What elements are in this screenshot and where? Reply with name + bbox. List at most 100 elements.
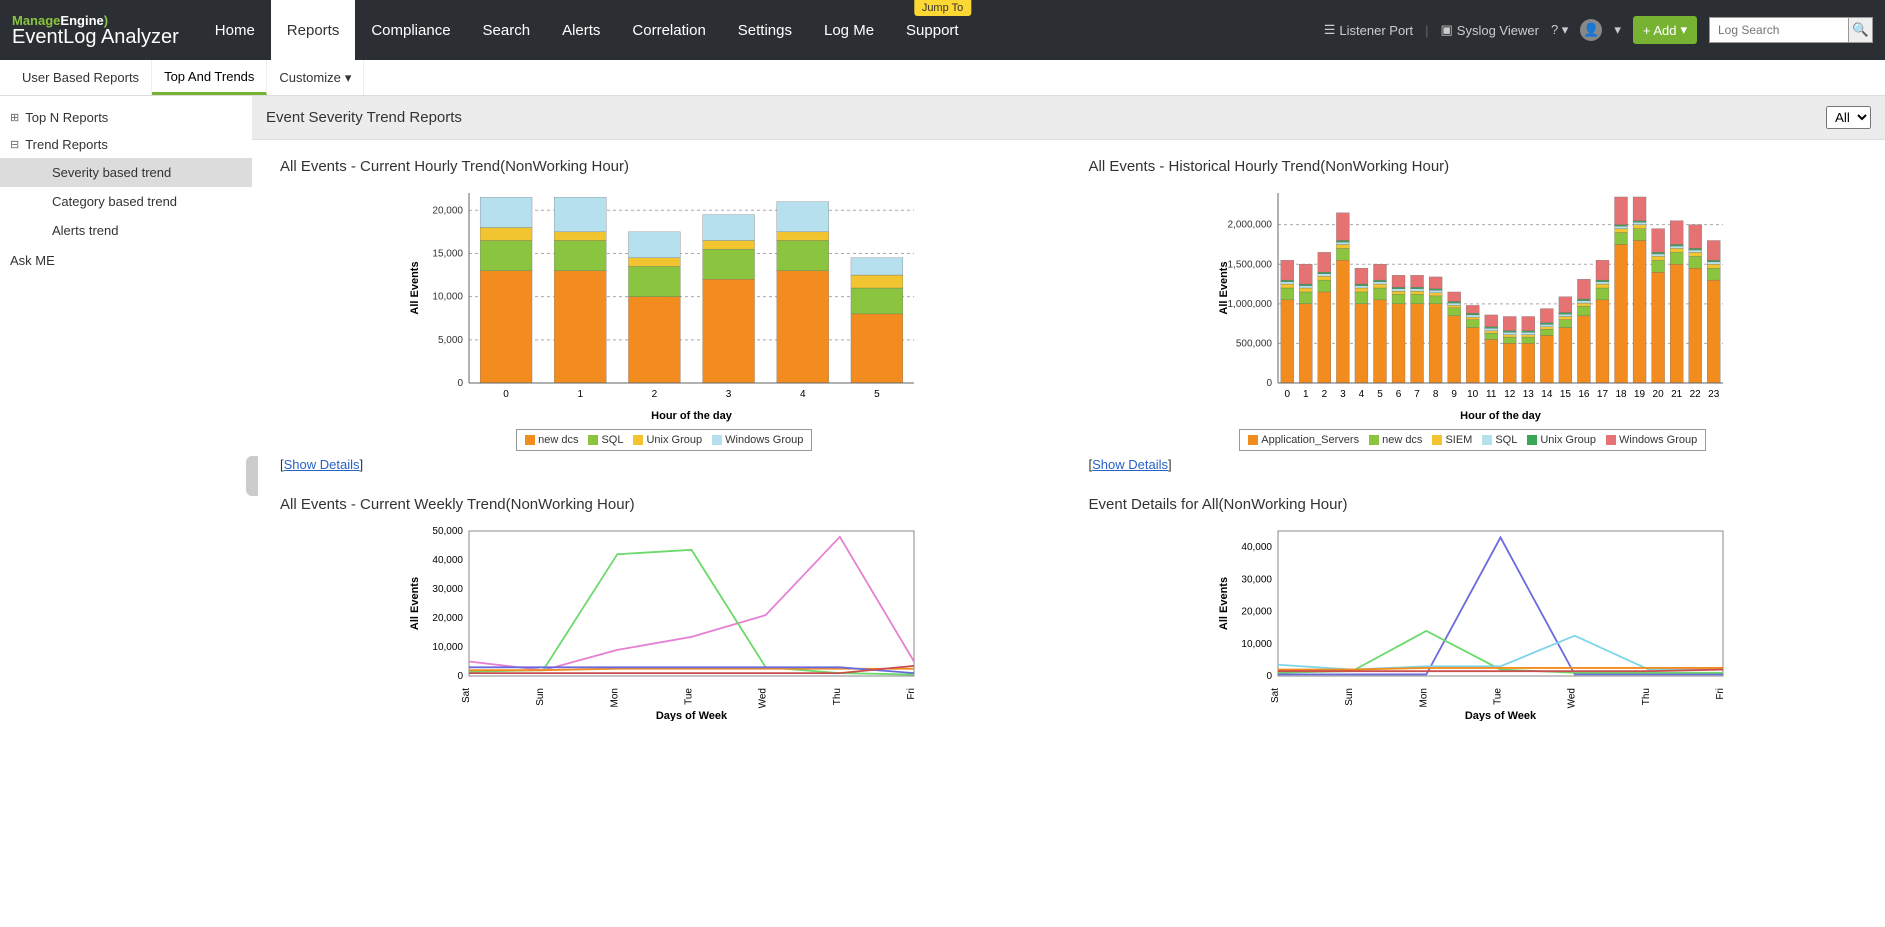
filter-select[interactable]: All — [1826, 106, 1871, 129]
chart-legend: Application_Serversnew dcsSIEMSQLUnix Gr… — [1239, 429, 1706, 451]
nav-logme[interactable]: Log Me — [808, 0, 890, 60]
subnav-user-based[interactable]: User Based Reports — [10, 60, 152, 95]
subnav-customize[interactable]: Customize▾ — [267, 60, 364, 95]
svg-text:0: 0 — [1266, 378, 1272, 389]
page-title: Event Severity Trend Reports — [266, 109, 462, 126]
svg-text:20: 20 — [1652, 389, 1664, 400]
brand-subtitle: EventLog Analyzer — [12, 27, 179, 47]
nav-alerts[interactable]: Alerts — [546, 0, 616, 60]
svg-text:0: 0 — [1284, 389, 1290, 400]
svg-text:10,000: 10,000 — [1241, 639, 1272, 650]
svg-text:7: 7 — [1414, 389, 1420, 400]
svg-text:15,000: 15,000 — [433, 248, 464, 259]
svg-text:Sun: Sun — [535, 688, 546, 706]
svg-text:Sat: Sat — [1270, 688, 1281, 703]
svg-text:23: 23 — [1708, 389, 1720, 400]
svg-text:Sun: Sun — [1344, 688, 1355, 706]
svg-text:Tue: Tue — [684, 688, 695, 705]
sidebar-ask-me[interactable]: Ask ME — [0, 245, 252, 276]
svg-text:16: 16 — [1578, 389, 1590, 400]
help-icon[interactable]: ? ▾ — [1551, 22, 1568, 38]
svg-text:20,000: 20,000 — [1241, 607, 1272, 618]
sidebar-alerts-trend[interactable]: Alerts trend — [0, 216, 252, 245]
nav-home[interactable]: Home — [199, 0, 271, 60]
brand-logo: ManageEngine) EventLog Analyzer — [12, 14, 179, 47]
search-icon: 🔍 — [1852, 22, 1869, 37]
chart-event-details: Event Details for All(NonWorking Hour) 0… — [1089, 496, 1858, 721]
svg-text:All Events: All Events — [409, 261, 421, 314]
svg-text:Days of Week: Days of Week — [656, 710, 728, 721]
chart-title: All Events - Historical Hourly Trend(Non… — [1089, 158, 1858, 175]
svg-text:50,000: 50,000 — [433, 526, 464, 537]
svg-text:Thu: Thu — [1641, 688, 1652, 705]
app-header: ManageEngine) EventLog Analyzer Jump To … — [0, 0, 1885, 60]
svg-text:21: 21 — [1671, 389, 1683, 400]
sidebar-collapse-handle[interactable] — [246, 456, 258, 496]
nav-search[interactable]: Search — [467, 0, 547, 60]
svg-text:3: 3 — [726, 389, 732, 400]
nav-settings[interactable]: Settings — [722, 0, 808, 60]
svg-text:5: 5 — [874, 389, 880, 400]
svg-text:40,000: 40,000 — [1241, 542, 1272, 553]
svg-text:1: 1 — [1303, 389, 1309, 400]
svg-text:8: 8 — [1433, 389, 1439, 400]
svg-text:14: 14 — [1541, 389, 1553, 400]
svg-text:1,000,000: 1,000,000 — [1227, 299, 1272, 310]
chart-svg: 010,00020,00030,00040,000SatSunMonTueWed… — [1213, 521, 1733, 721]
sidebar-severity-trend[interactable]: Severity based trend — [0, 158, 252, 187]
svg-text:All Events: All Events — [1218, 261, 1230, 314]
svg-text:1,500,000: 1,500,000 — [1227, 259, 1272, 270]
chart-title: Event Details for All(NonWorking Hour) — [1089, 496, 1858, 513]
svg-text:11: 11 — [1486, 389, 1497, 400]
screen-icon: ▣ — [1441, 22, 1453, 38]
show-details-link[interactable]: Show Details — [284, 457, 360, 472]
show-details-link[interactable]: Show Details — [1092, 457, 1168, 472]
svg-text:0: 0 — [458, 378, 464, 389]
caret-down-icon: ▾ — [345, 70, 352, 86]
chart-current-hourly: All Events - Current Hourly Trend(NonWor… — [280, 158, 1049, 472]
sidebar-trend-reports[interactable]: Trend Reports — [0, 131, 252, 158]
search-button[interactable]: 🔍 — [1849, 17, 1873, 43]
svg-text:30,000: 30,000 — [1241, 574, 1272, 585]
svg-text:4: 4 — [800, 389, 806, 400]
add-button[interactable]: + Add ▾ — [1633, 16, 1697, 44]
log-search-input[interactable] — [1709, 17, 1849, 43]
user-caret-icon[interactable]: ▾ — [1614, 22, 1621, 38]
svg-text:Fri: Fri — [906, 688, 917, 700]
svg-text:2: 2 — [652, 389, 658, 400]
svg-text:Sat: Sat — [461, 688, 472, 703]
chart-legend: new dcsSQLUnix GroupWindows Group — [516, 429, 812, 451]
svg-text:Hour of the day: Hour of the day — [1460, 410, 1542, 422]
nav-correlation[interactable]: Correlation — [616, 0, 721, 60]
svg-text:17: 17 — [1597, 389, 1609, 400]
sidebar-category-trend[interactable]: Category based trend — [0, 187, 252, 216]
svg-text:5: 5 — [1377, 389, 1383, 400]
chart-historical-hourly: All Events - Historical Hourly Trend(Non… — [1089, 158, 1858, 472]
subnav-top-trends[interactable]: Top And Trends — [152, 60, 267, 95]
svg-text:0: 0 — [458, 671, 464, 682]
svg-text:15: 15 — [1560, 389, 1572, 400]
svg-text:Days of Week: Days of Week — [1465, 710, 1537, 721]
svg-text:Tue: Tue — [1492, 688, 1503, 705]
chart-title: All Events - Current Weekly Trend(NonWor… — [280, 496, 1049, 513]
svg-text:0: 0 — [504, 389, 510, 400]
user-menu-icon[interactable]: 👤 — [1580, 19, 1602, 41]
svg-text:19: 19 — [1634, 389, 1646, 400]
syslog-viewer-link[interactable]: ▣Syslog Viewer — [1441, 22, 1539, 38]
nav-reports[interactable]: Reports — [271, 0, 356, 60]
chart-current-weekly: All Events - Current Weekly Trend(NonWor… — [280, 496, 1049, 721]
svg-text:5,000: 5,000 — [438, 335, 463, 346]
svg-text:10,000: 10,000 — [433, 292, 464, 303]
listener-port-link[interactable]: ☰Listener Port — [1324, 22, 1413, 38]
jump-to-button[interactable]: Jump To — [914, 0, 971, 16]
svg-text:13: 13 — [1523, 389, 1535, 400]
svg-text:10: 10 — [1467, 389, 1479, 400]
sub-nav: User Based Reports Top And Trends Custom… — [0, 60, 1885, 96]
chart-svg: 0500,0001,000,0001,500,0002,000,00001234… — [1213, 183, 1733, 423]
nav-compliance[interactable]: Compliance — [355, 0, 466, 60]
sidebar-top-n-reports[interactable]: Top N Reports — [0, 104, 252, 131]
svg-text:9: 9 — [1451, 389, 1457, 400]
svg-text:10,000: 10,000 — [433, 642, 464, 653]
show-details-wrap: [Show Details] — [1089, 457, 1858, 472]
svg-text:22: 22 — [1689, 389, 1701, 400]
